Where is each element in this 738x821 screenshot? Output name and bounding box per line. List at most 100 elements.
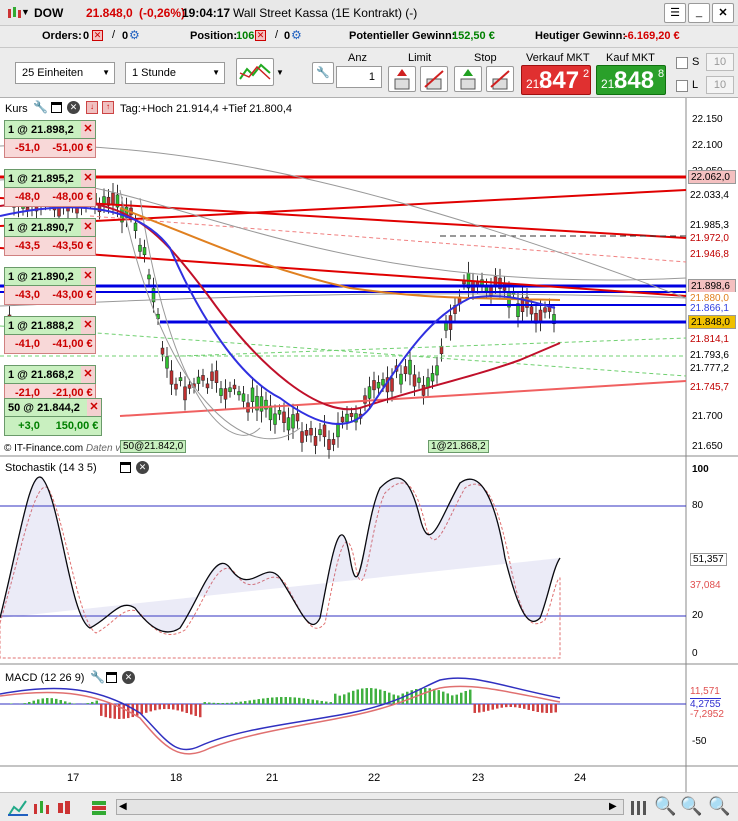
anz-input[interactable]: 1 <box>336 66 382 88</box>
stop-sell-icon <box>490 70 510 90</box>
stoch-maximize-icon[interactable] <box>120 462 131 473</box>
menu-icon[interactable]: ☰ <box>664 3 686 23</box>
l-checkbox[interactable] <box>676 80 688 92</box>
position-entry[interactable]: 1 @ 21.895,2 ✕ -48,0 -48,00 € <box>4 169 96 209</box>
instrument-name: Wall Street Kassa (1E Kontrakt) (-) <box>233 6 418 20</box>
indicator-button[interactable] <box>236 58 274 86</box>
position-pending: 0 <box>284 30 291 42</box>
zoom-in-icon[interactable]: 🔍 <box>708 796 730 817</box>
panel-close-icon[interactable]: ✕ <box>67 101 80 114</box>
position-entry[interactable]: 50 @ 21.844,2 ✕ +3,0 150,00 € <box>4 398 102 438</box>
orders-settings-icon[interactable]: ⚙ <box>129 28 140 42</box>
macd-histogram-bar <box>163 704 166 710</box>
orders-count: 0 <box>83 30 90 42</box>
close-position-icon[interactable]: ✕ <box>81 121 95 138</box>
position-label[interactable]: 1 @ 21.868,2 ✕ <box>4 365 96 384</box>
candles-icon[interactable] <box>32 799 52 817</box>
bars-icon[interactable] <box>56 799 76 817</box>
grid-icon[interactable] <box>90 799 110 817</box>
macd-panel-label: MACD (12 26 9) <box>5 672 85 684</box>
panel-maximize-icon[interactable] <box>51 102 62 113</box>
position-cancel-icon[interactable]: ✕ <box>255 30 266 41</box>
scroll-right-icon[interactable]: ▶ <box>609 801 617 812</box>
macd-histogram-bar <box>554 704 557 713</box>
stop-buy-button[interactable] <box>454 66 482 92</box>
chart-icon[interactable] <box>8 799 28 817</box>
candle-body <box>223 388 228 400</box>
position-entry[interactable]: 1 @ 21.898,2 ✕ -51,0 -51,00 € <box>4 120 96 160</box>
stop-label: Stop <box>474 52 497 64</box>
buy-button[interactable]: 21. 848 8 <box>596 65 666 95</box>
sell-button[interactable]: 21. 847 2 <box>521 65 591 95</box>
chart-area[interactable]: Kurs 🔧 ✕ ↓ ↑ Tag:+Hoch 21.914,4 +Tief 21… <box>0 98 738 792</box>
y-tick-label: 21.700 <box>692 411 723 422</box>
macd-histogram-bar <box>442 691 445 704</box>
close-position-icon[interactable]: ✕ <box>81 219 95 236</box>
position-label[interactable]: 1 @ 21.890,7 ✕ <box>4 218 96 237</box>
limit-sell-button[interactable] <box>420 66 448 92</box>
stop-sell-button[interactable] <box>486 66 514 92</box>
macd-maximize-icon[interactable] <box>106 672 117 683</box>
position-entry[interactable]: 1 @ 21.890,2 ✕ -43,0 -43,00 € <box>4 267 96 307</box>
macd-settings-icon[interactable]: 🔧 <box>90 670 105 684</box>
close-icon[interactable]: ✕ <box>712 3 734 23</box>
position-pnl: -51,0 -51,00 € <box>4 139 96 158</box>
candle-body <box>408 359 412 375</box>
chart-type-icon[interactable] <box>6 5 22 21</box>
tools-button[interactable]: 🔧 <box>312 62 334 84</box>
macd-histogram-bar <box>86 703 89 704</box>
panel-settings-icon[interactable]: 🔧 <box>33 100 48 114</box>
move-up-icon[interactable]: ↑ <box>102 101 114 114</box>
l-input[interactable]: 10 <box>706 76 734 94</box>
position-entry[interactable]: 1 @ 21.890,7 ✕ -43,5 -43,50 € <box>4 218 96 258</box>
macd-histogram-bar <box>523 704 526 709</box>
position-pnl: -43,5 -43,50 € <box>4 237 96 256</box>
indicator-dropdown-icon[interactable]: ▼ <box>276 68 284 77</box>
candle-body <box>219 388 223 396</box>
price-level-label: 22.033,4 <box>688 189 736 203</box>
position-label[interactable]: 50 @ 21.844,2 ✕ <box>4 398 102 417</box>
position-label[interactable]: 1 @ 21.888,2 ✕ <box>4 316 96 335</box>
close-position-icon[interactable]: ✕ <box>81 268 95 285</box>
macd-histogram-bar <box>149 704 152 712</box>
buy-label: Kauf MKT <box>606 52 655 64</box>
macd-histogram-bar <box>401 693 404 704</box>
limit-buy-button[interactable] <box>388 66 416 92</box>
zoom-out-icon[interactable]: 🔍 <box>680 796 702 817</box>
stoch-close-icon[interactable]: ✕ <box>136 461 149 474</box>
position-points: -51,0 <box>14 142 41 154</box>
position-entry[interactable]: 1 @ 21.888,2 ✕ -41,0 -41,00 € <box>4 316 96 356</box>
s-checkbox[interactable] <box>676 57 688 69</box>
units-select[interactable]: 25 Einheiten ▼ <box>15 62 115 84</box>
move-down-icon[interactable]: ↓ <box>86 101 98 114</box>
candle-body <box>291 414 295 429</box>
position-label[interactable]: 1 @ 21.898,2 ✕ <box>4 120 96 139</box>
macd-histogram-bar <box>500 704 503 708</box>
position-label[interactable]: 1 @ 21.890,2 ✕ <box>4 267 96 286</box>
macd-histogram-bar <box>491 704 494 710</box>
s-input[interactable]: 10 <box>706 53 734 71</box>
orders-label: Orders: <box>42 30 82 42</box>
minimize-icon[interactable]: _ <box>688 3 710 23</box>
macd-histogram-bar <box>293 697 296 704</box>
close-position-icon[interactable]: ✕ <box>81 317 95 334</box>
orders-cancel-icon[interactable]: ✕ <box>92 30 103 41</box>
position-label[interactable]: 1 @ 21.895,2 ✕ <box>4 169 96 188</box>
position-settings-icon[interactable]: ⚙ <box>291 28 302 42</box>
split-icon[interactable] <box>630 799 648 817</box>
dropdown-icon[interactable]: ▼ <box>21 7 30 17</box>
interval-select[interactable]: 1 Stunde ▼ <box>125 62 225 84</box>
close-position-icon[interactable]: ✕ <box>81 170 95 187</box>
close-position-icon[interactable]: ✕ <box>87 399 101 416</box>
macd-histogram-bar <box>541 704 544 713</box>
macd-histogram-bar <box>284 697 287 704</box>
scroll-left-icon[interactable]: ◀ <box>119 801 127 812</box>
zoom-fit-icon[interactable]: 🔍 <box>654 796 676 817</box>
position-text: 1 @ 21.890,2 <box>8 270 74 283</box>
macd-close-icon[interactable]: ✕ <box>122 671 135 684</box>
close-position-icon[interactable]: ✕ <box>81 366 95 383</box>
candle-body <box>493 276 498 286</box>
order-tag-2[interactable]: 1@21.868,2 <box>428 440 489 453</box>
order-tag-1[interactable]: 50@21.842,0 <box>120 440 187 453</box>
horizontal-scrollbar[interactable]: ◀ ▶ <box>116 799 624 815</box>
